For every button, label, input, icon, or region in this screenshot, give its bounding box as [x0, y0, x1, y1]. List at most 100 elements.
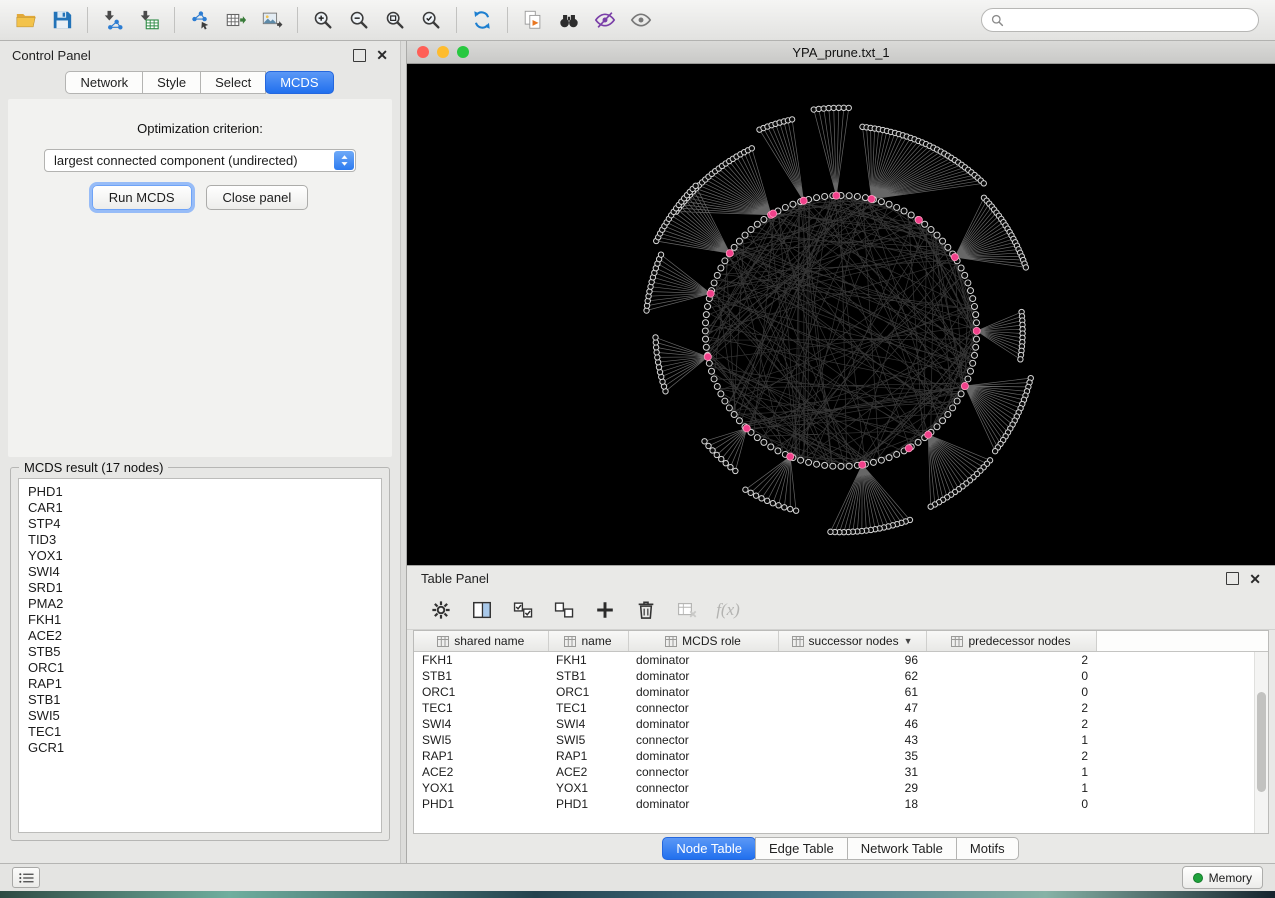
- apply-function-button[interactable]: f(x): [712, 595, 744, 625]
- cell-successor-nodes[interactable]: 62: [778, 668, 926, 684]
- cell-name[interactable]: RAP1: [548, 748, 628, 764]
- table-row[interactable]: SWI4 SWI4 dominator 46 2: [414, 716, 1268, 732]
- cell-successor-nodes[interactable]: 29: [778, 780, 926, 796]
- cell-predecessor-nodes[interactable]: 0: [926, 796, 1096, 812]
- search-binoculars-button[interactable]: [551, 4, 587, 36]
- new-network-button[interactable]: [182, 4, 218, 36]
- cell-name[interactable]: STB1: [548, 668, 628, 684]
- cell-shared-name[interactable]: YOX1: [414, 780, 548, 796]
- column-header-MCDS-role[interactable]: MCDS role: [628, 631, 778, 652]
- table-row[interactable]: ACE2 ACE2 connector 31 1: [414, 764, 1268, 780]
- mcds-result-item[interactable]: SWI4: [28, 564, 372, 580]
- import-network-button[interactable]: [95, 4, 131, 36]
- export-table-button[interactable]: [218, 4, 254, 36]
- cell-mcds-role[interactable]: dominator: [628, 684, 778, 700]
- run-mcds-button[interactable]: Run MCDS: [92, 185, 192, 210]
- cell-name[interactable]: SWI5: [548, 732, 628, 748]
- cell-shared-name[interactable]: SWI5: [414, 732, 548, 748]
- cell-successor-nodes[interactable]: 31: [778, 764, 926, 780]
- zoom-out-button[interactable]: [341, 4, 377, 36]
- cell-name[interactable]: PHD1: [548, 796, 628, 812]
- close-panel-icon[interactable]: ✕: [376, 48, 388, 62]
- mcds-result-item[interactable]: GCR1: [28, 740, 372, 756]
- tab-network[interactable]: Network: [65, 71, 143, 94]
- mcds-result-item[interactable]: PMA2: [28, 596, 372, 612]
- cell-predecessor-nodes[interactable]: 2: [926, 716, 1096, 732]
- cell-predecessor-nodes[interactable]: 1: [926, 780, 1096, 796]
- cell-predecessor-nodes[interactable]: 0: [926, 684, 1096, 700]
- cell-mcds-role[interactable]: dominator: [628, 748, 778, 764]
- tab-style[interactable]: Style: [142, 71, 201, 94]
- table-tab-node-table[interactable]: Node Table: [662, 837, 756, 860]
- cell-successor-nodes[interactable]: 43: [778, 732, 926, 748]
- cell-predecessor-nodes[interactable]: 2: [926, 700, 1096, 716]
- cell-mcds-role[interactable]: connector: [628, 732, 778, 748]
- mcds-result-item[interactable]: ACE2: [28, 628, 372, 644]
- cell-shared-name[interactable]: STB1: [414, 668, 548, 684]
- mcds-result-item[interactable]: STB1: [28, 692, 372, 708]
- select-columns-button[interactable]: [466, 595, 498, 625]
- mcds-result-item[interactable]: PHD1: [28, 484, 372, 500]
- hide-graphics-details-button[interactable]: [587, 4, 623, 36]
- table-tab-edge-table[interactable]: Edge Table: [755, 837, 848, 860]
- table-row[interactable]: FKH1 FKH1 dominator 96 2: [414, 652, 1268, 669]
- network-canvas[interactable]: [407, 64, 1275, 565]
- network-search-box[interactable]: [981, 8, 1259, 32]
- table-scrollbar[interactable]: [1254, 652, 1268, 833]
- table-tab-motifs[interactable]: Motifs: [956, 837, 1019, 860]
- search-input[interactable]: [1010, 12, 1249, 28]
- cell-name[interactable]: YOX1: [548, 780, 628, 796]
- open-session-button[interactable]: [8, 4, 44, 36]
- cell-shared-name[interactable]: FKH1: [414, 652, 548, 669]
- tab-mcds[interactable]: MCDS: [265, 71, 333, 94]
- table-settings-button[interactable]: [425, 595, 457, 625]
- cell-successor-nodes[interactable]: 46: [778, 716, 926, 732]
- cell-successor-nodes[interactable]: 47: [778, 700, 926, 716]
- cell-successor-nodes[interactable]: 61: [778, 684, 926, 700]
- mcds-result-item[interactable]: YOX1: [28, 548, 372, 564]
- cell-mcds-role[interactable]: connector: [628, 700, 778, 716]
- cell-shared-name[interactable]: TEC1: [414, 700, 548, 716]
- cell-name[interactable]: TEC1: [548, 700, 628, 716]
- zoom-selected-button[interactable]: [413, 4, 449, 36]
- memory-button[interactable]: Memory: [1182, 866, 1263, 889]
- table-tab-network-table[interactable]: Network Table: [847, 837, 957, 860]
- tab-select[interactable]: Select: [200, 71, 266, 94]
- cell-shared-name[interactable]: PHD1: [414, 796, 548, 812]
- table-row[interactable]: TEC1 TEC1 connector 47 2: [414, 700, 1268, 716]
- cell-predecessor-nodes[interactable]: 1: [926, 764, 1096, 780]
- show-graphics-details-button[interactable]: [623, 4, 659, 36]
- cell-mcds-role[interactable]: dominator: [628, 796, 778, 812]
- cell-predecessor-nodes[interactable]: 2: [926, 748, 1096, 764]
- mcds-result-item[interactable]: SWI5: [28, 708, 372, 724]
- cell-predecessor-nodes[interactable]: 0: [926, 668, 1096, 684]
- cell-successor-nodes[interactable]: 96: [778, 652, 926, 669]
- cell-name[interactable]: ACE2: [548, 764, 628, 780]
- cell-name[interactable]: FKH1: [548, 652, 628, 669]
- column-header-successor-nodes[interactable]: successor nodes▼: [778, 631, 926, 652]
- column-header-predecessor-nodes[interactable]: predecessor nodes: [926, 631, 1096, 652]
- mcds-result-item[interactable]: ORC1: [28, 660, 372, 676]
- cell-shared-name[interactable]: ORC1: [414, 684, 548, 700]
- column-header-name[interactable]: name: [548, 631, 628, 652]
- mcds-result-item[interactable]: STP4: [28, 516, 372, 532]
- close-panel-button[interactable]: Close panel: [206, 185, 309, 210]
- close-table-panel-icon[interactable]: ✕: [1249, 572, 1261, 586]
- table-row[interactable]: ORC1 ORC1 dominator 61 0: [414, 684, 1268, 700]
- import-table-button[interactable]: [131, 4, 167, 36]
- cell-name[interactable]: ORC1: [548, 684, 628, 700]
- select-all-button[interactable]: [507, 595, 539, 625]
- cell-mcds-role[interactable]: dominator: [628, 716, 778, 732]
- table-row[interactable]: PHD1 PHD1 dominator 18 0: [414, 796, 1268, 812]
- refresh-view-button[interactable]: [464, 4, 500, 36]
- add-row-button[interactable]: [589, 595, 621, 625]
- criterion-dropdown[interactable]: largest connected component (undirected): [44, 149, 356, 172]
- table-row[interactable]: YOX1 YOX1 connector 29 1: [414, 780, 1268, 796]
- mcds-result-item[interactable]: SRD1: [28, 580, 372, 596]
- copy-views-button[interactable]: [515, 4, 551, 36]
- delete-rows-button[interactable]: [630, 595, 662, 625]
- mcds-result-item[interactable]: RAP1: [28, 676, 372, 692]
- mcds-result-item[interactable]: TID3: [28, 532, 372, 548]
- table-row[interactable]: SWI5 SWI5 connector 43 1: [414, 732, 1268, 748]
- mcds-result-item[interactable]: TEC1: [28, 724, 372, 740]
